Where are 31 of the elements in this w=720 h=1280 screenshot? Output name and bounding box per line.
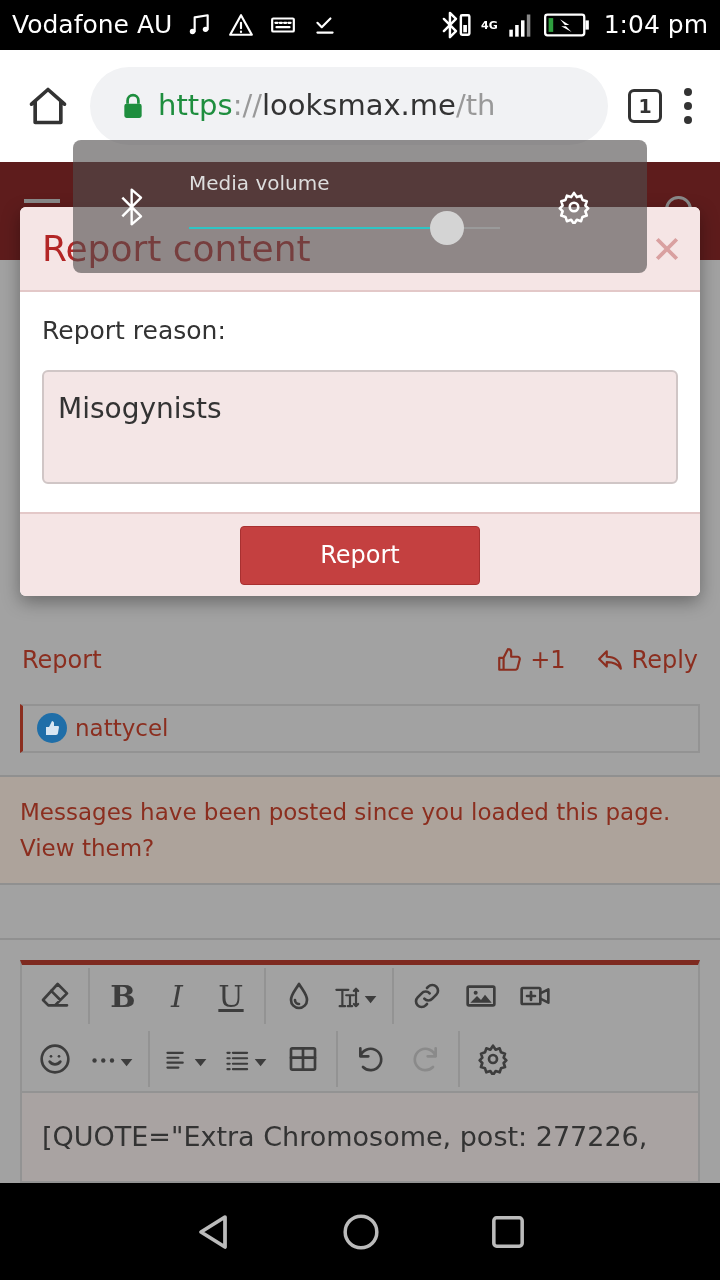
network-type: 4G	[481, 19, 498, 31]
volume-label: Media volume	[189, 170, 331, 197]
settings-button[interactable]	[477, 1043, 509, 1075]
address-bar[interactable]: https://looksmax.me/th	[90, 67, 608, 145]
reply-arrow-icon	[595, 647, 624, 673]
url-text: https://looksmax.me/th	[158, 87, 496, 125]
report-link[interactable]: Report	[22, 642, 467, 678]
underline-button[interactable]: U	[204, 972, 258, 1020]
like-badge-icon	[37, 713, 67, 744]
reply-button[interactable]: Reply	[595, 642, 698, 678]
carrier-name: Vodafone AU	[12, 9, 173, 42]
warning-icon	[228, 12, 255, 38]
reason-field[interactable]: Misogynists	[42, 369, 678, 484]
new-messages-notice[interactable]: Messages have been posted since you loaded this page. View them?	[0, 774, 720, 885]
bold-button[interactable]: B	[96, 972, 150, 1020]
battery-charging-icon	[543, 12, 590, 38]
tab-count[interactable]: 1	[628, 89, 662, 123]
user-link[interactable]: nattycel	[75, 711, 169, 746]
italic-button[interactable]: I	[150, 972, 204, 1020]
more-menu-icon[interactable]	[682, 86, 694, 126]
like-button[interactable]: +1	[496, 642, 566, 678]
smiley-button[interactable]	[39, 1043, 71, 1075]
home-circle-icon[interactable]	[342, 1212, 380, 1251]
thumbs-up-icon	[496, 647, 523, 673]
clock-time: 1:04 pm	[603, 9, 708, 42]
message-editor[interactable]: [QUOTE="Extra Chromosome, post: 277226,	[22, 1090, 698, 1181]
settings-icon[interactable]	[557, 189, 591, 224]
recents-icon[interactable]	[490, 1214, 525, 1249]
lock-icon	[122, 93, 144, 119]
field-label: Report reason:	[42, 315, 227, 347]
report-button[interactable]: Report	[240, 525, 480, 585]
